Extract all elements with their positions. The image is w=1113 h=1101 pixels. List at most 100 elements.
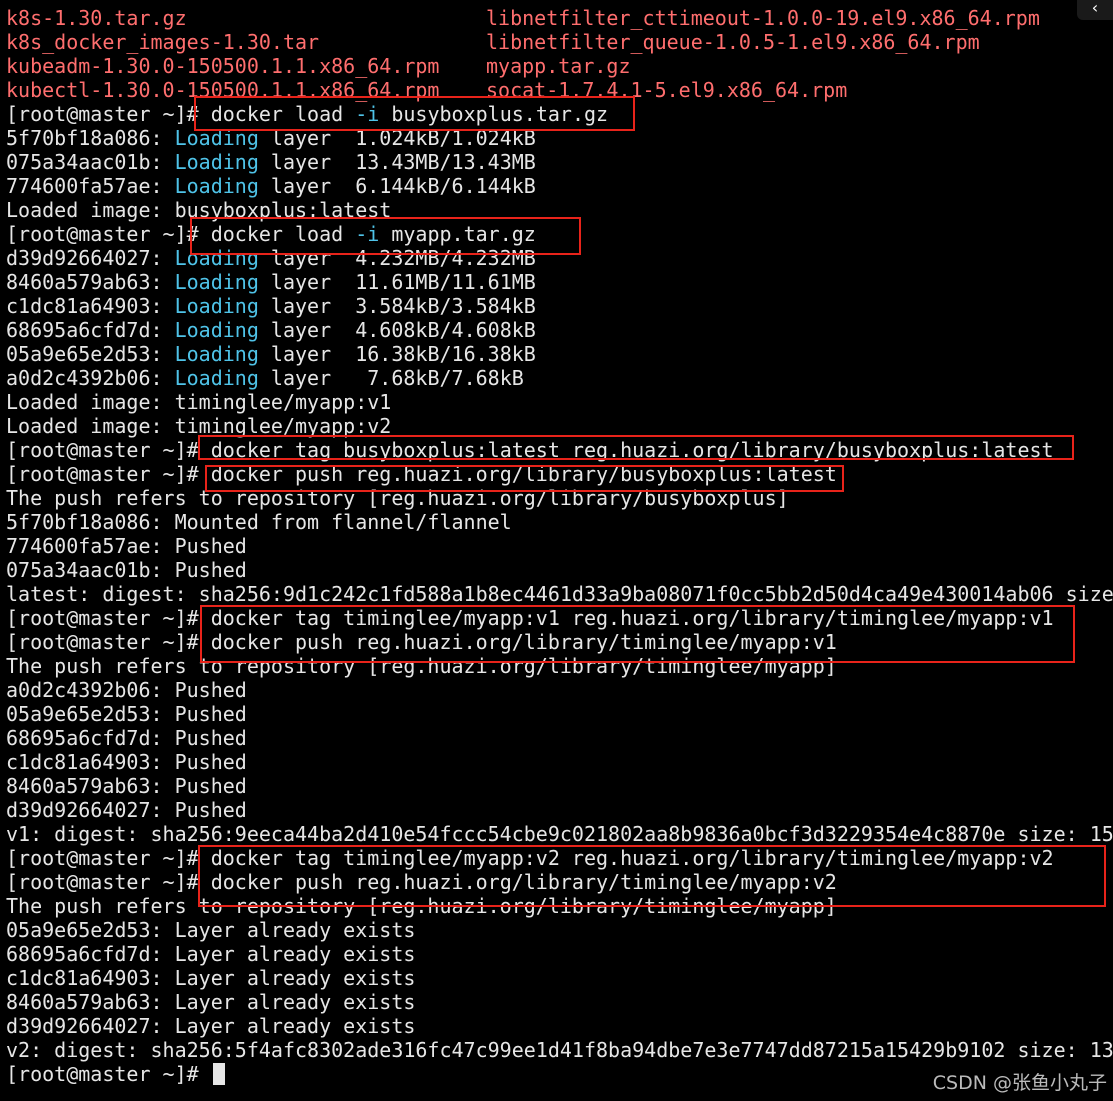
- watermark: CSDN @张鱼小丸子: [932, 1072, 1107, 1094]
- output-line: 68695a6cfd7d: Loading layer 4.608kB/4.60…: [6, 318, 536, 342]
- output-line: Loaded image: timinglee/myapp:v1: [6, 390, 392, 414]
- layer-id: 05a9e65e2d53:: [6, 342, 175, 366]
- layer-progress: layer 4.232MB/4.232MB: [258, 246, 536, 270]
- file-name: myapp.tar.gz: [486, 54, 631, 78]
- output-line: c1dc81a64903: Loading layer 3.584kB/3.58…: [6, 294, 536, 318]
- output-line: v1: digest: sha256:9eeca44ba2d410e54fccc…: [6, 822, 1113, 846]
- file-listing-row: kubeadm-1.30.0-150500.1.1.x86_64.rpm myap…: [6, 54, 631, 78]
- shell-prompt: [root@master ~]#: [6, 438, 211, 462]
- command-line-tag-busybox: [root@master ~]# docker tag busyboxplus:…: [6, 438, 1054, 462]
- chevron-left-icon[interactable]: ‹: [1077, 0, 1113, 20]
- layer-progress: layer 11.61MB/11.61MB: [258, 270, 536, 294]
- command-text: busyboxplus.tar.gz: [379, 102, 609, 126]
- output-line: d39d92664027: Layer already exists: [6, 1014, 416, 1038]
- command-flag: -i: [355, 102, 380, 126]
- command-text: docker push reg.huazi.org/library/timing…: [210, 630, 837, 654]
- output-line: 075a34aac01b: Pushed: [6, 558, 247, 582]
- shell-prompt: [root@master ~]#: [6, 870, 211, 894]
- shell-prompt: [root@master ~]#: [6, 462, 211, 486]
- shell-prompt: [root@master ~]#: [6, 1062, 211, 1086]
- terminal-window[interactable]: k8s-1.30.tar.gz libnetfilter_cttimeout-1.…: [0, 0, 1113, 1101]
- output-line: a0d2c4392b06: Pushed: [6, 678, 247, 702]
- loading-keyword: Loading: [174, 246, 259, 270]
- layer-progress: layer 13.43MB/13.43MB: [258, 150, 536, 174]
- layer-id: d39d92664027:: [6, 246, 175, 270]
- output-line: 8460a579ab63: Layer already exists: [6, 990, 416, 1014]
- command-text: myapp.tar.gz: [379, 222, 536, 246]
- output-line: 8460a579ab63: Pushed: [6, 774, 247, 798]
- layer-id: 68695a6cfd7d:: [6, 318, 175, 342]
- output-line: a0d2c4392b06: Loading layer 7.68kB/7.68k…: [6, 366, 524, 390]
- layer-id: 075a34aac01b:: [6, 150, 175, 174]
- shell-prompt: [root@master ~]#: [6, 102, 211, 126]
- output-line: 05a9e65e2d53: Loading layer 16.38kB/16.3…: [6, 342, 536, 366]
- command-text: docker load: [210, 102, 356, 126]
- output-line: c1dc81a64903: Layer already exists: [6, 966, 416, 990]
- command-line-current[interactable]: [root@master ~]#: [6, 1062, 225, 1086]
- layer-progress: layer 4.608kB/4.608kB: [258, 318, 536, 342]
- output-line: 774600fa57ae: Loading layer 6.144kB/6.14…: [6, 174, 536, 198]
- file-listing-row: kubectl-1.30.0-150500.1.1.x86_64.rpm soca…: [6, 78, 847, 102]
- output-line: 8460a579ab63: Loading layer 11.61MB/11.6…: [6, 270, 536, 294]
- output-line: Loaded image: busyboxplus:latest: [6, 198, 392, 222]
- loading-keyword: Loading: [174, 294, 259, 318]
- loading-keyword: Loading: [174, 342, 259, 366]
- output-line: 5f70bf18a086: Loading layer 1.024kB/1.02…: [6, 126, 536, 150]
- output-line: 774600fa57ae: Pushed: [6, 534, 247, 558]
- shell-prompt: [root@master ~]#: [6, 606, 211, 630]
- command-line-load-myapp: [root@master ~]# docker load -i myapp.ta…: [6, 222, 536, 246]
- layer-id: c1dc81a64903:: [6, 294, 175, 318]
- output-line: v2: digest: sha256:5f4afc8302ade316fc47c…: [6, 1038, 1113, 1062]
- command-text: docker push reg.huazi.org/library/timing…: [210, 870, 837, 894]
- output-line: 68695a6cfd7d: Layer already exists: [6, 942, 416, 966]
- output-line: 05a9e65e2d53: Pushed: [6, 702, 247, 726]
- output-line: The push refers to repository [reg.huazi…: [6, 654, 837, 678]
- file-name: kubectl-1.30.0-150500.1.1.x86_64.rpm: [6, 78, 440, 102]
- output-line: Loaded image: timinglee/myapp:v2: [6, 414, 392, 438]
- command-line-push-v1: [root@master ~]# docker push reg.huazi.o…: [6, 630, 837, 654]
- command-text: docker tag busyboxplus:latest reg.huazi.…: [210, 438, 1054, 462]
- loading-keyword: Loading: [174, 150, 259, 174]
- output-line: The push refers to repository [reg.huazi…: [6, 486, 789, 510]
- file-listing-row: k8s_docker_images-1.30.tar libnetfilter_q…: [6, 30, 980, 54]
- output-line: c1dc81a64903: Pushed: [6, 750, 247, 774]
- loading-keyword: Loading: [174, 366, 259, 390]
- command-text: docker load: [210, 222, 356, 246]
- shell-prompt: [root@master ~]#: [6, 222, 211, 246]
- command-line-push-busybox: [root@master ~]# docker push reg.huazi.o…: [6, 462, 837, 486]
- command-text: docker tag timinglee/myapp:v1 reg.huazi.…: [210, 606, 1054, 630]
- layer-id: a0d2c4392b06:: [6, 366, 175, 390]
- layer-progress: layer 7.68kB/7.68kB: [258, 366, 524, 390]
- output-line: 5f70bf18a086: Mounted from flannel/flann…: [6, 510, 512, 534]
- file-name: libnetfilter_queue-1.0.5-1.el9.x86_64.rp…: [486, 30, 980, 54]
- output-line: latest: digest: sha256:9d1c242c1fd588a1b…: [6, 582, 1113, 606]
- layer-progress: layer 1.024kB/1.024kB: [258, 126, 536, 150]
- command-line-tag-v1: [root@master ~]# docker tag timinglee/my…: [6, 606, 1054, 630]
- loading-keyword: Loading: [174, 174, 259, 198]
- layer-id: 5f70bf18a086:: [6, 126, 175, 150]
- command-text: docker push reg.huazi.org/library/busybo…: [210, 462, 837, 486]
- output-line: d39d92664027: Loading layer 4.232MB/4.23…: [6, 246, 536, 270]
- file-name: libnetfilter_cttimeout-1.0.0-19.el9.x86_…: [486, 6, 1040, 30]
- file-name: k8s_docker_images-1.30.tar: [6, 30, 320, 54]
- output-line: 05a9e65e2d53: Layer already exists: [6, 918, 416, 942]
- file-name: k8s-1.30.tar.gz: [6, 6, 187, 30]
- layer-id: 774600fa57ae:: [6, 174, 175, 198]
- file-name: kubeadm-1.30.0-150500.1.1.x86_64.rpm: [6, 54, 440, 78]
- layer-progress: layer 6.144kB/6.144kB: [258, 174, 536, 198]
- output-line: 075a34aac01b: Loading layer 13.43MB/13.4…: [6, 150, 536, 174]
- command-line-load-busybox: [root@master ~]# docker load -i busyboxp…: [6, 102, 608, 126]
- terminal-cursor: [212, 1063, 225, 1085]
- command-text: docker tag timinglee/myapp:v2 reg.huazi.…: [210, 846, 1054, 870]
- loading-keyword: Loading: [174, 318, 259, 342]
- output-line: 68695a6cfd7d: Pushed: [6, 726, 247, 750]
- command-line-tag-v2: [root@master ~]# docker tag timinglee/my…: [6, 846, 1054, 870]
- layer-id: 8460a579ab63:: [6, 270, 175, 294]
- loading-keyword: Loading: [174, 270, 259, 294]
- output-line: d39d92664027: Pushed: [6, 798, 247, 822]
- command-flag: -i: [355, 222, 380, 246]
- file-listing-row: k8s-1.30.tar.gz libnetfilter_cttimeout-1.…: [6, 6, 1040, 30]
- command-line-push-v2: [root@master ~]# docker push reg.huazi.o…: [6, 870, 837, 894]
- loading-keyword: Loading: [174, 126, 259, 150]
- shell-prompt: [root@master ~]#: [6, 630, 211, 654]
